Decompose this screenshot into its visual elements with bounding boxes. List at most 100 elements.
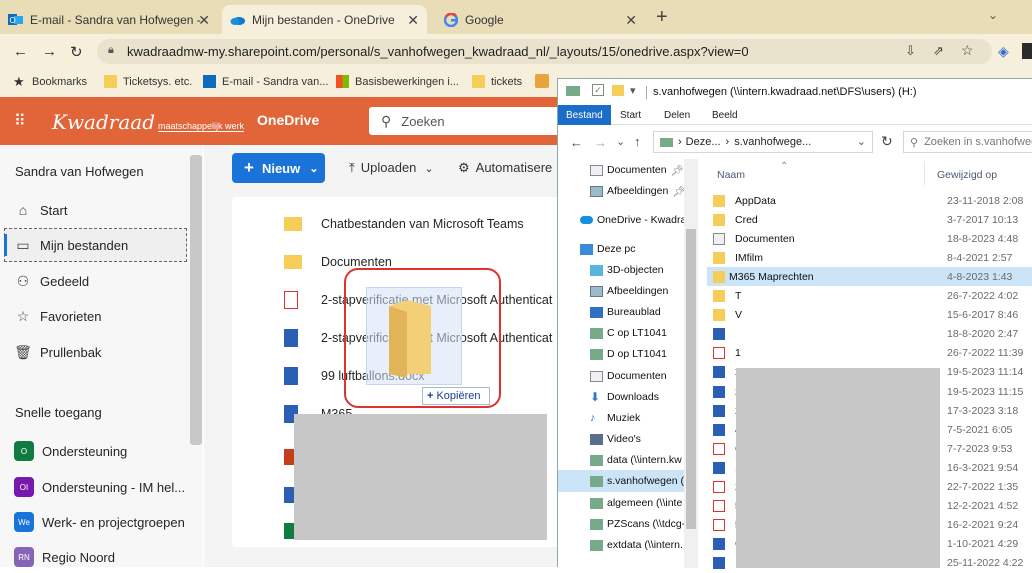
breadcrumb-item[interactable]: Deze... (686, 136, 721, 148)
nav-item[interactable]: PZScans (\\tdcg- (590, 515, 685, 533)
path-box[interactable]: › Deze... › s.vanhofwege... ⌄ (653, 131, 873, 153)
bookmark-tickets[interactable]: tickets (472, 75, 522, 88)
nav-gedeeld[interactable]: ⚇ Gedeeld (14, 273, 89, 290)
kwadraad-logo[interactable]: Kwadraad maatschappelijk werk (52, 110, 245, 134)
sidebar-scrollbar[interactable] (190, 155, 202, 445)
file-row[interactable]: AppData 23-11-2018 2:08 (713, 191, 1032, 210)
ribbon-tab-beeld[interactable]: Beeld (704, 105, 746, 125)
extension-icon[interactable]: ◈ (998, 43, 1009, 60)
forward-icon[interactable]: → (42, 43, 57, 60)
explorer-search[interactable]: ⚲ Zoeken in s.vanhofwegen (903, 131, 1032, 153)
bookmarks-folder[interactable]: ★ Bookmarks (13, 75, 87, 88)
bookmark-basisbewerkingen[interactable]: Basisbewerkingen i... (336, 75, 459, 88)
quick-access-item[interactable]: O Ondersteuning (14, 441, 127, 461)
bookmark-star-icon[interactable]: ☆ (961, 42, 974, 59)
nav-item[interactable]: Documenten 📌︎ (590, 161, 684, 179)
quick-access-item[interactable]: OI Ondersteuning - IM hel... (14, 477, 185, 497)
file-row[interactable]: T 26-7-2022 4:02 (713, 287, 1032, 306)
nav-item[interactable]: OneDrive - Kwadra (580, 211, 686, 229)
pin-icon[interactable]: 📌︎ (671, 164, 684, 177)
recent-chevron-icon[interactable]: ⌄ (616, 135, 625, 148)
nav-mijn-bestanden[interactable]: ▭ Mijn bestanden (14, 237, 128, 254)
nav-item[interactable]: Afbeeldingen (590, 282, 668, 300)
nav-label: PZScans (\\tdcg- (607, 518, 686, 530)
tab-email[interactable]: O E-mail - Sandra van Hofwegen - ✕ (0, 5, 218, 34)
nav-prullenbak[interactable]: 🗑︎ Prullenbak (14, 344, 101, 361)
nav-start[interactable]: ⌂ Start (14, 202, 68, 218)
ribbon-tab-start[interactable]: Start (612, 105, 649, 125)
file-row[interactable]: Documenten 18-8-2023 4:48 (713, 229, 1032, 248)
file-row[interactable]: V 15-6-2017 8:46 (713, 306, 1032, 325)
path-dropdown-icon[interactable]: ⌄ (857, 135, 866, 148)
install-icon[interactable]: ⇩ (905, 43, 916, 59)
close-tab-icon[interactable]: ✕ (198, 12, 210, 29)
nav-item[interactable]: Video's (590, 430, 641, 448)
quick-access-toolbar-chevron-icon[interactable]: ▾ (630, 84, 636, 97)
new-tab-button[interactable]: + (656, 6, 668, 29)
share-icon[interactable]: ⇗ (933, 43, 944, 59)
pdf-icon (713, 500, 725, 513)
close-tab-icon[interactable]: ✕ (625, 12, 637, 29)
profile-icon[interactable] (1022, 43, 1032, 59)
file-row[interactable]: 1 26-7-2022 11:39 (713, 344, 1032, 363)
file-row[interactable]: Chatbestanden van Microsoft Teams (232, 205, 564, 243)
bookmark-ticketsys[interactable]: Ticketsys. etc. (104, 75, 192, 88)
nav-item[interactable]: C op LT1041 (590, 324, 667, 342)
file-row[interactable]: Cred 3-7-2017 10:13 (713, 210, 1032, 229)
nav-item[interactable]: D op LT1041 (590, 345, 667, 363)
new-button[interactable]: + Nieuw ⌄ (232, 153, 325, 183)
upload-button[interactable]: ⤒ Uploaden ⌄ (349, 160, 434, 176)
back-icon[interactable]: ← (570, 135, 583, 150)
nav-favorieten[interactable]: ☆ Favorieten (14, 308, 102, 325)
file-name[interactable]: Chatbestanden van Microsoft Teams (321, 217, 524, 231)
app-launcher-icon[interactable]: ⠿ (14, 111, 27, 131)
nav-item[interactable]: ⬇ Downloads (590, 388, 659, 406)
nav-item[interactable]: Afbeeldingen 📌︎ (590, 182, 686, 200)
onedrive-icon (230, 12, 245, 27)
nav-item[interactable]: Bureaublad (590, 303, 661, 321)
checkbox-icon[interactable]: ✓ (592, 84, 604, 96)
forward-icon[interactable]: → (594, 135, 607, 150)
bookmark-extra-icon[interactable] (535, 74, 549, 88)
nav-label: Start (40, 202, 68, 218)
file-row[interactable]: 18-8-2020 2:47 (713, 325, 1032, 344)
up-icon[interactable]: ↑ (634, 134, 641, 149)
reload-icon[interactable]: ↻ (70, 43, 83, 61)
quick-access-item[interactable]: We Werk- en projectgroepen (14, 512, 185, 532)
file-row-selected[interactable]: M365 Maprechten 4-8-2023 1:43 (707, 267, 1032, 287)
bookmark-email[interactable]: E-mail - Sandra van... (203, 75, 328, 88)
nav-item[interactable]: ♪ Muziek (590, 409, 640, 427)
microsoft-icon (336, 75, 349, 88)
nav-item[interactable]: 3D-objecten (590, 261, 664, 279)
column-name[interactable]: Naam (717, 169, 745, 181)
drive-icon (660, 137, 673, 147)
nav-item-selected[interactable]: s.vanhofwegen ( (590, 472, 684, 490)
quick-access-item[interactable]: RN Regio Noord (14, 547, 115, 567)
column-modified[interactable]: Gewijzigd op (937, 169, 997, 181)
ribbon-tab-delen[interactable]: Delen (656, 105, 698, 125)
file-name[interactable]: Documenten (321, 255, 392, 269)
address-bar[interactable]: 🔒︎ kwadraadmw-my.sharepoint.com/personal… (97, 39, 992, 64)
breadcrumb-item[interactable]: s.vanhofwege... (734, 136, 811, 148)
close-tab-icon[interactable]: ✕ (407, 12, 419, 29)
file-row[interactable]: IMfilm 8-4-2021 2:57 (713, 248, 1032, 267)
browser-tab-bar: O E-mail - Sandra van Hofwegen - ✕ Mijn … (0, 0, 1032, 34)
ribbon-tab-bestand[interactable]: Bestand (558, 105, 611, 125)
file-date: 16-3-2021 9:54 (947, 461, 1019, 474)
tab-google[interactable]: Google ✕ (435, 5, 645, 34)
scroll-thumb[interactable] (686, 229, 696, 529)
tab-onedrive[interactable]: Mijn bestanden - OneDrive ✕ (222, 5, 427, 34)
app-title[interactable]: OneDrive (257, 112, 319, 128)
refresh-icon[interactable]: ↻ (881, 133, 893, 150)
nav-item[interactable]: Documenten (590, 367, 667, 385)
nav-scrollbar[interactable] (684, 159, 698, 568)
nav-item[interactable]: Deze pc (580, 240, 636, 258)
search-box[interactable]: ⚲ Zoeken (369, 107, 559, 135)
trash-icon: 🗑︎ (14, 344, 32, 360)
nav-item[interactable]: data (\\intern.kw (590, 451, 682, 469)
automate-button[interactable]: ⚙︎ Automatisere (458, 160, 552, 176)
nav-item[interactable]: algemeen (\\inte (590, 494, 682, 512)
back-icon[interactable]: ← (13, 43, 28, 60)
nav-item[interactable]: extdata (\\intern. (590, 536, 683, 554)
tab-search-icon[interactable]: ⌄ (988, 8, 998, 22)
